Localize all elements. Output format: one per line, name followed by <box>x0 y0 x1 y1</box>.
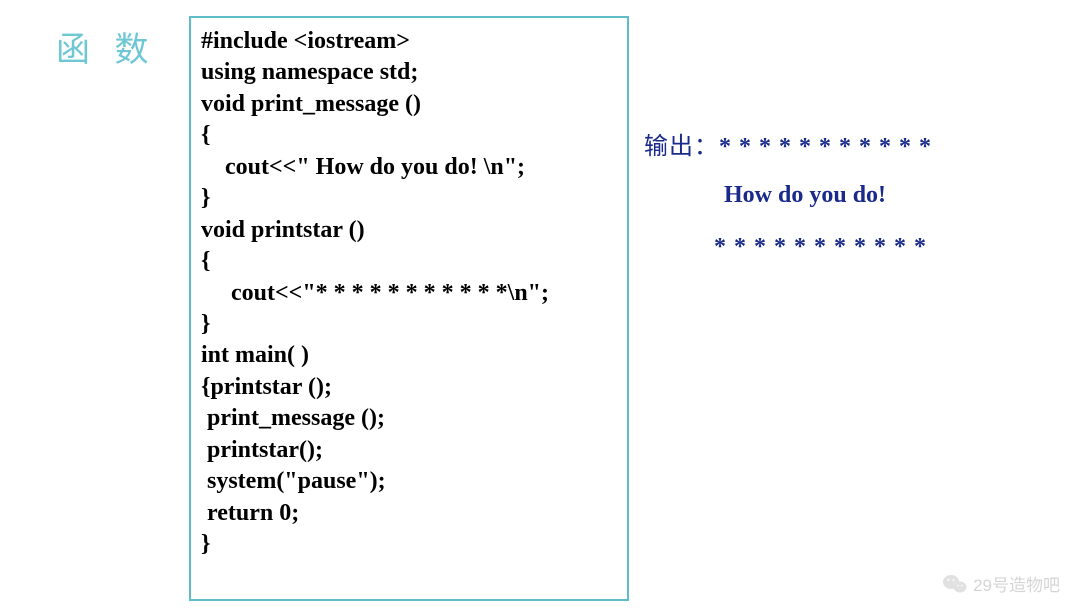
code-line: int main( ) <box>201 340 617 371</box>
code-line: { <box>201 120 617 151</box>
code-line: print_message (); <box>201 403 617 434</box>
code-line: cout<<" How do you do! \n"; <box>201 152 617 183</box>
code-line: } <box>201 183 617 214</box>
code-line: } <box>201 529 617 560</box>
output-message: How do you do! <box>724 182 886 209</box>
code-line: void print_message () <box>201 89 617 120</box>
code-line: { <box>201 246 617 277</box>
code-line: #include <iostream> <box>201 26 617 57</box>
code-line: printstar(); <box>201 435 617 466</box>
code-line: void printstar () <box>201 215 617 246</box>
watermark-text: 29号造物吧 <box>973 571 1060 596</box>
section-title: 函 数 <box>56 22 157 71</box>
code-line: return 0; <box>201 498 617 529</box>
code-line: } <box>201 309 617 340</box>
code-line: using namespace std; <box>201 57 617 88</box>
watermark: 29号造物吧 <box>943 571 1060 596</box>
code-line: cout<<"* * * * * * * * * * *\n"; <box>201 278 617 309</box>
code-block: #include <iostream> using namespace std;… <box>189 16 629 601</box>
wechat-icon <box>943 574 967 594</box>
code-line: system("pause"); <box>201 466 617 497</box>
output-header: 输出：* * * * * * * * * * * <box>644 126 932 161</box>
output-stars-top: * * * * * * * * * * * <box>719 134 932 160</box>
output-stars-bottom: * * * * * * * * * * * <box>714 234 927 261</box>
output-label: 输出： <box>644 134 719 160</box>
code-line: {printstar (); <box>201 372 617 403</box>
